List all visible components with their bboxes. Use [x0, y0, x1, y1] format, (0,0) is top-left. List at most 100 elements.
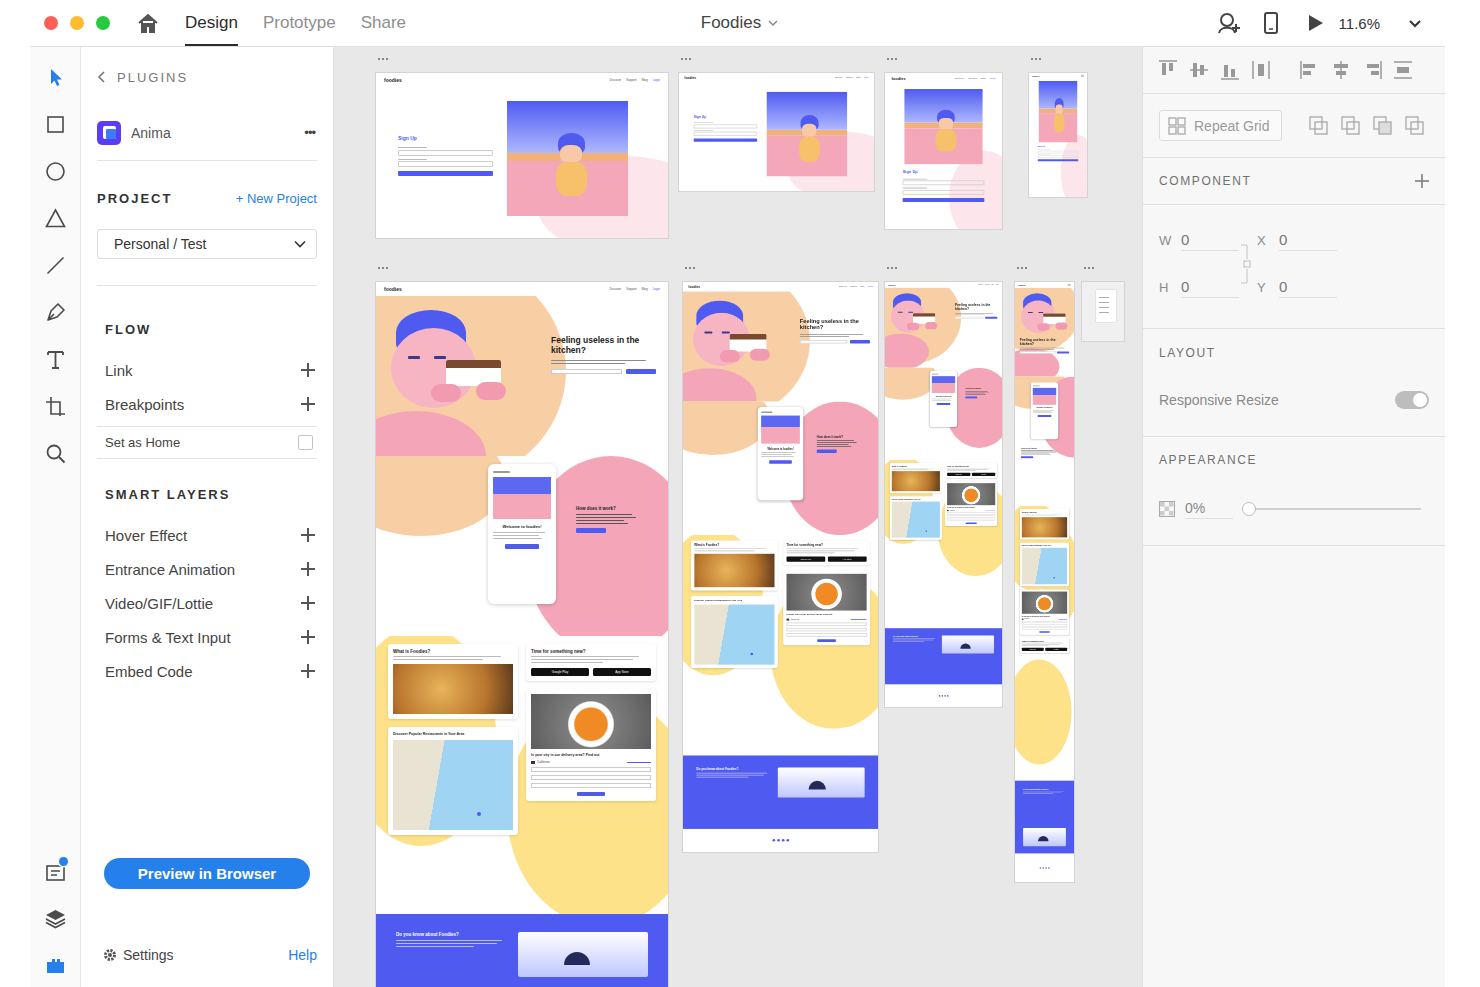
artboard-menu-icon[interactable]	[887, 58, 897, 60]
dimension-field[interactable]: H0	[1159, 278, 1239, 298]
artboard[interactable]: foodiesFeeling useless in the kitchen?We…	[1015, 282, 1074, 882]
opacity-slider[interactable]	[1249, 508, 1421, 510]
tool-button[interactable]	[30, 895, 80, 941]
artboard[interactable]: foodiesDiscoverSupportBlogLoginFeeling u…	[885, 282, 1002, 707]
device-preview-icon[interactable]	[1263, 12, 1279, 34]
flow-item[interactable]: Link	[97, 353, 317, 387]
align-right-icon[interactable]	[1361, 59, 1383, 81]
facebook-icon[interactable]	[941, 695, 943, 697]
linkedin-icon[interactable]	[944, 695, 946, 697]
zoom-level[interactable]: 11.6%	[1339, 15, 1380, 32]
flow-item[interactable]: Set as Home	[97, 426, 317, 459]
tool-button[interactable]	[30, 289, 80, 336]
mode-tab[interactable]: Share	[361, 0, 406, 46]
facebook-icon[interactable]	[1042, 867, 1044, 869]
add-icon[interactable]	[301, 397, 315, 411]
document-title[interactable]: Foodies	[701, 13, 779, 33]
back-to-plugins[interactable]: PLUGINS	[97, 63, 317, 91]
facebook-icon[interactable]	[777, 839, 780, 842]
distribute-horizontal-icon[interactable]	[1250, 59, 1272, 81]
linkedin-icon[interactable]	[1045, 867, 1047, 869]
add-icon[interactable]	[301, 664, 315, 678]
linkedin-icon[interactable]	[782, 839, 785, 842]
dimension-field[interactable]: X0	[1257, 231, 1337, 251]
smart-layer-item[interactable]: Hover Effect	[97, 518, 317, 552]
store-badge[interactable]: App Store	[972, 473, 995, 476]
new-project-link[interactable]: + New Project	[236, 191, 317, 206]
tool-button[interactable]	[30, 430, 80, 477]
twitter-icon[interactable]	[938, 695, 940, 697]
artboard[interactable]: foodiesDiscoverSupportBlogLoginSign Up	[679, 73, 874, 191]
project-dropdown[interactable]: Personal / Test	[97, 229, 317, 259]
artboard-menu-icon[interactable]	[887, 267, 897, 269]
store-badge[interactable]: App Store	[593, 668, 651, 676]
dimension-field[interactable]: W0	[1159, 231, 1239, 251]
add-component-icon[interactable]	[1415, 174, 1429, 188]
lock-aspect-icon[interactable]	[1239, 239, 1253, 289]
store-badge[interactable]: Google Play	[947, 473, 970, 476]
artboard-menu-icon[interactable]	[1031, 58, 1041, 60]
store-badge[interactable]: Google Play	[1022, 648, 1044, 651]
add-icon[interactable]	[301, 630, 315, 644]
distribute-vertical-icon[interactable]	[1392, 59, 1414, 81]
store-badge[interactable]: Google Play	[787, 556, 826, 561]
mode-tab[interactable]: Design	[185, 0, 238, 46]
store-badge[interactable]: App Store	[1045, 648, 1067, 651]
intersect-icon[interactable]	[1373, 116, 1393, 136]
dimension-value[interactable]: 0	[1279, 231, 1337, 251]
store-badge[interactable]: Google Play	[531, 668, 589, 676]
store-badge[interactable]: App Store	[828, 556, 867, 561]
add-icon[interactable]	[301, 528, 315, 542]
minimize-button[interactable]	[70, 16, 84, 30]
settings-link[interactable]: Settings	[103, 947, 174, 963]
dimension-value[interactable]: 0	[1279, 278, 1337, 298]
tool-button[interactable]	[30, 148, 80, 195]
smart-layer-item[interactable]: Video/GIF/Lottie	[97, 586, 317, 620]
smart-layer-item[interactable]: Embed Code	[97, 654, 317, 688]
plugin-menu[interactable]: •••	[304, 125, 317, 140]
artboard-menu-icon[interactable]	[1084, 267, 1094, 269]
artboard-menu-icon[interactable]	[1017, 267, 1027, 269]
artboard[interactable]: foodiesSign Up	[1029, 73, 1087, 197]
tool-button[interactable]	[30, 383, 80, 430]
dimension-value[interactable]: 0	[1181, 231, 1239, 251]
opacity-slider-knob[interactable]	[1242, 502, 1256, 516]
add-icon[interactable]	[301, 596, 315, 610]
align-center-icon[interactable]	[1330, 59, 1352, 81]
instagram-icon[interactable]	[1048, 867, 1050, 869]
artboard[interactable]	[1082, 282, 1124, 341]
add-icon[interactable]	[1309, 116, 1329, 136]
responsive-resize-toggle[interactable]	[1395, 391, 1429, 409]
tool-button[interactable]	[30, 242, 80, 289]
artboard[interactable]: foodiesDiscoverSupportBlogLoginSign Up	[885, 73, 1002, 229]
help-link[interactable]: Help	[288, 947, 317, 963]
align-top-icon[interactable]	[1157, 59, 1179, 81]
home-icon[interactable]	[137, 13, 159, 33]
artboard[interactable]: foodiesDiscoverSupportBlogLoginFeeling u…	[683, 282, 878, 852]
repeat-grid-button[interactable]: Repeat Grid	[1159, 110, 1282, 141]
smart-layer-item[interactable]: Forms & Text Input	[97, 620, 317, 654]
exclude-icon[interactable]	[1405, 116, 1425, 136]
align-middle-icon[interactable]	[1188, 59, 1210, 81]
artboard-menu-icon[interactable]	[378, 58, 388, 60]
align-left-icon[interactable]	[1299, 59, 1321, 81]
twitter-icon[interactable]	[1039, 867, 1041, 869]
dimension-field[interactable]: Y0	[1257, 278, 1337, 298]
instagram-icon[interactable]	[786, 839, 789, 842]
artboard-menu-icon[interactable]	[378, 267, 388, 269]
artboard[interactable]: foodiesDiscoverSupportBlogLoginFeeling u…	[376, 282, 668, 987]
invite-user-icon[interactable]	[1217, 12, 1241, 34]
subtract-icon[interactable]	[1341, 116, 1361, 136]
canvas[interactable]: foodiesDiscoverSupportBlogLoginSign Upfo…	[334, 47, 1142, 987]
tool-button[interactable]	[30, 941, 80, 987]
zoom-button[interactable]	[96, 16, 110, 30]
opacity-value[interactable]: 0%	[1185, 500, 1233, 519]
add-icon[interactable]	[301, 363, 315, 377]
zoom-menu-chevron-icon[interactable]	[1408, 16, 1422, 30]
close-button[interactable]	[44, 16, 58, 30]
document-name[interactable]: Foodies	[701, 13, 761, 33]
preview-in-browser-button[interactable]: Preview in Browser	[104, 858, 310, 889]
play-icon[interactable]	[1305, 13, 1325, 33]
tool-button[interactable]	[30, 54, 80, 101]
flow-item[interactable]: Breakpoints	[97, 387, 317, 421]
